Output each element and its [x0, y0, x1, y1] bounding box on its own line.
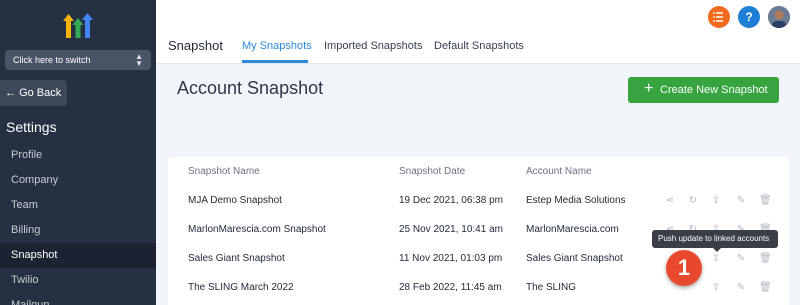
column-header-date: Snapshot Date	[399, 166, 466, 177]
sidebar-item-twilio[interactable]: Twilio	[0, 268, 156, 293]
tab-imported-snapshots[interactable]: Imported Snapshots	[324, 40, 422, 52]
account-name: Sales Giant Snapshot	[526, 253, 623, 264]
help-icon[interactable]: ?	[738, 6, 760, 28]
delete-icon[interactable]: 🗑	[759, 196, 772, 206]
edit-icon[interactable]: ✎	[736, 196, 746, 206]
edit-icon[interactable]: ✎	[736, 283, 746, 293]
create-button-label: Create New Snapshot	[660, 84, 768, 96]
arrow-left-icon: ←	[5, 87, 16, 99]
sidebar-item-snapshot[interactable]: Snapshot	[0, 243, 156, 268]
snapshot-date: 28 Feb 2022, 11:45 am	[399, 282, 502, 293]
account-name: The SLING	[526, 282, 577, 293]
snapshot-date: 11 Nov 2021, 01:03 pm	[399, 253, 503, 264]
account-name: Estep Media Solutions	[526, 195, 626, 206]
tab-my-snapshots[interactable]: My Snapshots	[242, 40, 312, 52]
active-tab-indicator	[242, 60, 308, 63]
edit-icon[interactable]: ✎	[736, 254, 746, 264]
settings-title: Settings	[6, 119, 57, 135]
snapshot-name: The SLING March 2022	[188, 282, 294, 293]
page-title: Account Snapshot	[177, 78, 324, 98]
share-icon[interactable]: ⋖	[665, 196, 675, 206]
sidebar-item-team[interactable]: Team	[0, 193, 156, 218]
column-header-account: Account Name	[526, 166, 592, 177]
snapshot-name: MarlonMarescia.com Snapshot	[188, 224, 326, 235]
snapshot-date: 25 Nov 2021, 10:41 am	[399, 224, 503, 235]
push-update-icon[interactable]: ⇪	[711, 283, 721, 293]
section-title: Snapshot	[168, 38, 223, 53]
switch-chevron-icon: ▲ ▼	[135, 52, 143, 68]
push-update-icon[interactable]: ⇪	[711, 196, 721, 206]
step-marker: 1	[666, 250, 702, 286]
column-header-name: Snapshot Name	[188, 166, 260, 177]
account-switcher[interactable]: Click here to switch ▲ ▼	[5, 50, 151, 70]
go-back-button[interactable]: ← Go Back	[0, 80, 67, 106]
app-logo	[63, 13, 93, 38]
tab-default-snapshots[interactable]: Default Snapshots	[434, 40, 524, 52]
plus-icon: +	[644, 80, 654, 97]
task-list-icon[interactable]	[708, 6, 730, 28]
delete-icon[interactable]: 🗑	[759, 283, 772, 293]
account-name: MarlonMarescia.com	[526, 224, 619, 235]
snapshot-date: 19 Dec 2021, 06:38 pm	[399, 195, 503, 206]
delete-icon[interactable]: 🗑	[759, 254, 772, 264]
sidebar-item-billing[interactable]: Billing	[0, 218, 156, 243]
push-update-tooltip: Push update to linked accounts	[652, 230, 778, 252]
sidebar-item-profile[interactable]: Profile	[0, 143, 156, 168]
refresh-icon[interactable]: ↻	[688, 196, 698, 206]
sidebar-item-mailgun[interactable]: Mailgun	[0, 293, 156, 305]
sidebar-item-company[interactable]: Company	[0, 168, 156, 193]
top-bar: Snapshot My Snapshots Imported Snapshots…	[156, 0, 800, 64]
avatar[interactable]	[768, 6, 790, 28]
account-switcher-label: Click here to switch	[13, 55, 91, 65]
create-new-snapshot-button[interactable]: + Create New Snapshot	[628, 77, 779, 103]
sidebar: Click here to switch ▲ ▼ ← Go Back Settin…	[0, 0, 156, 305]
go-back-label: Go Back	[19, 87, 62, 99]
push-update-icon[interactable]: ⇪	[711, 254, 721, 264]
snapshot-name: MJA Demo Snapshot	[188, 195, 282, 206]
snapshot-name: Sales Giant Snapshot	[188, 253, 285, 264]
